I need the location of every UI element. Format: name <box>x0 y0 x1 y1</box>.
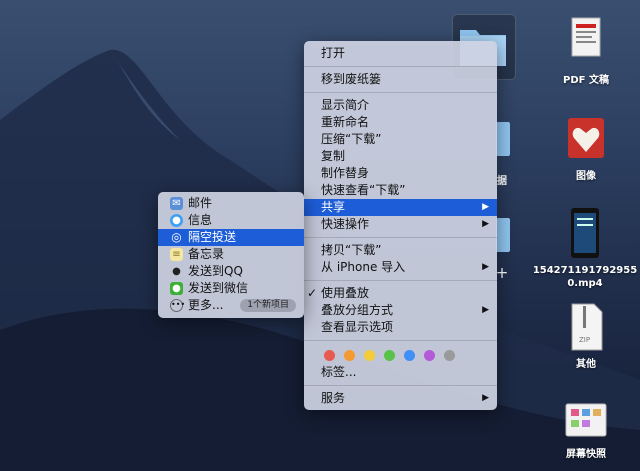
share-item-more[interactable]: ••• 更多... 1个新项目 <box>158 297 304 314</box>
tag-color-row <box>304 345 497 364</box>
tag-color-dot[interactable] <box>444 350 455 361</box>
menu-separator <box>304 280 497 281</box>
desktop-item-video[interactable]: 1542711917929550.mp4 <box>532 206 638 290</box>
share-item-mail[interactable]: ✉ 邮件 <box>158 195 304 212</box>
pdf-document-icon <box>571 17 601 57</box>
menu-item-show-view-options[interactable]: 查看显示选项 <box>304 319 497 336</box>
menu-item-label: 使用叠放 <box>321 286 370 300</box>
menu-item-get-info[interactable]: 显示简介 <box>304 97 497 114</box>
desktop-item-label: 1542711917929550.mp4 <box>532 265 638 289</box>
menu-item-quick-look[interactable]: 快速查看“下载” <box>304 182 497 199</box>
submenu-arrow-icon: ▶ <box>482 393 489 403</box>
share-item-label: 邮件 <box>188 196 213 210</box>
menu-item-label: 复制 <box>321 149 346 163</box>
share-item-airdrop[interactable]: ◎ 隔空投送 <box>158 229 304 246</box>
tag-color-dot[interactable] <box>404 350 415 361</box>
notes-icon: ≡ <box>170 248 183 261</box>
video-file-icon <box>571 208 599 258</box>
menu-item-copy[interactable]: 拷贝“下载” <box>304 242 497 259</box>
menu-separator <box>304 66 497 67</box>
desktop-item-image[interactable]: 图像 <box>554 114 618 183</box>
menu-item-use-stacks[interactable]: ✓ 使用叠放 <box>304 285 497 302</box>
desktop-item-label: 其他 <box>576 359 596 370</box>
menu-item-label: 从 iPhone 导入 <box>321 260 406 274</box>
menu-item-label: 快速操作 <box>321 217 370 231</box>
submenu-arrow-icon: ▶ <box>482 202 489 212</box>
share-item-qq[interactable]: ● 发送到QQ <box>158 263 304 280</box>
tag-color-dot[interactable] <box>324 350 335 361</box>
partial-label-1: 据 <box>497 176 507 187</box>
image-icon <box>568 118 604 158</box>
share-item-label: 发送到微信 <box>188 281 249 295</box>
share-item-label: 发送到QQ <box>188 264 243 278</box>
qq-icon: ● <box>172 266 181 277</box>
menu-separator <box>304 237 497 238</box>
menu-item-label: 标签... <box>321 365 357 379</box>
desktop-item-pdf[interactable]: PDF 文稿 <box>554 16 618 87</box>
submenu-arrow-icon: ▶ <box>482 219 489 229</box>
messages-icon: ● <box>170 214 183 227</box>
submenu-arrow-icon: ▶ <box>482 262 489 272</box>
tag-color-dot[interactable] <box>344 350 355 361</box>
context-menu: 打开 移到废纸篓 显示简介 重新命名 压缩“下载” 复制 制作替身 快速查看“下… <box>304 41 497 410</box>
svg-text:ZIP: ZIP <box>579 336 590 344</box>
menu-separator <box>304 385 497 386</box>
menu-separator <box>304 92 497 93</box>
screenshot-icon <box>565 403 607 437</box>
airdrop-icon: ◎ <box>171 230 182 244</box>
menu-item-tags[interactable]: 标签... <box>304 364 497 381</box>
zip-archive-icon: ZIP <box>571 303 603 351</box>
menu-item-label: 重新命名 <box>321 115 370 129</box>
share-submenu: ✉ 邮件 ● 信息 ◎ 隔空投送 ≡ 备忘录 ● 发送到QQ ● 发送到微信 ••• 更多..… <box>158 192 304 318</box>
menu-item-rename[interactable]: 重新命名 <box>304 114 497 131</box>
mail-icon: ✉ <box>170 197 183 210</box>
menu-item-move-to-trash[interactable]: 移到废纸篓 <box>304 71 497 88</box>
menu-item-label: 共享 <box>321 200 346 214</box>
menu-item-label: 拷贝“下载” <box>321 243 382 257</box>
tag-color-dot[interactable] <box>424 350 435 361</box>
folder-peek-2[interactable] <box>496 218 510 252</box>
menu-item-share[interactable]: 共享 ▶ <box>304 199 497 216</box>
menu-item-label: 制作替身 <box>321 166 370 180</box>
menu-item-group-stacks-by[interactable]: 叠放分组方式 ▶ <box>304 302 497 319</box>
share-item-wechat[interactable]: ● 发送到微信 <box>158 280 304 297</box>
folder-peek-1[interactable] <box>496 122 510 156</box>
share-item-label: 信息 <box>188 213 213 227</box>
checkmark-icon: ✓ <box>307 286 318 300</box>
menu-item-quick-actions[interactable]: 快速操作 ▶ <box>304 216 497 233</box>
desktop-item-label: 图像 <box>576 171 596 182</box>
more-icon: ••• <box>170 299 185 312</box>
share-item-notes[interactable]: ≡ 备忘录 <box>158 246 304 263</box>
menu-item-open[interactable]: 打开 <box>304 45 497 62</box>
menu-item-label: 叠放分组方式 <box>321 303 394 317</box>
menu-item-label: 移到废纸篓 <box>321 72 382 86</box>
tag-color-dot[interactable] <box>364 350 375 361</box>
menu-item-label: 压缩“下载” <box>321 132 382 146</box>
menu-item-label: 快速查看“下载” <box>321 183 406 197</box>
share-item-messages[interactable]: ● 信息 <box>158 212 304 229</box>
share-item-label: 备忘录 <box>188 247 225 261</box>
menu-item-compress[interactable]: 压缩“下载” <box>304 131 497 148</box>
menu-item-import-from-iphone[interactable]: 从 iPhone 导入 ▶ <box>304 259 497 276</box>
share-item-label: 隔空投送 <box>188 230 237 244</box>
menu-item-label: 打开 <box>321 46 346 60</box>
menu-item-label: 查看显示选项 <box>321 320 394 334</box>
new-items-badge: 1个新项目 <box>240 299 296 312</box>
menu-separator <box>304 340 497 341</box>
tag-color-dot[interactable] <box>384 350 395 361</box>
share-item-label: 更多... <box>188 298 224 312</box>
desktop-item-label: 屏幕快照 <box>566 449 606 460</box>
wechat-icon: ● <box>170 282 183 295</box>
desktop-item-label: PDF 文稿 <box>563 75 609 86</box>
menu-item-duplicate[interactable]: 复制 <box>304 148 497 165</box>
menu-item-services[interactable]: 服务 ▶ <box>304 390 497 407</box>
menu-item-make-alias[interactable]: 制作替身 <box>304 165 497 182</box>
desktop-item-screenshots[interactable]: 屏幕快照 <box>552 398 620 461</box>
desktop-item-zip[interactable]: ZIP 其他 <box>554 302 618 371</box>
menu-item-label: 服务 <box>321 391 346 405</box>
partial-label-2: 十 <box>497 269 507 280</box>
menu-item-label: 显示简介 <box>321 98 370 112</box>
submenu-arrow-icon: ▶ <box>482 305 489 315</box>
